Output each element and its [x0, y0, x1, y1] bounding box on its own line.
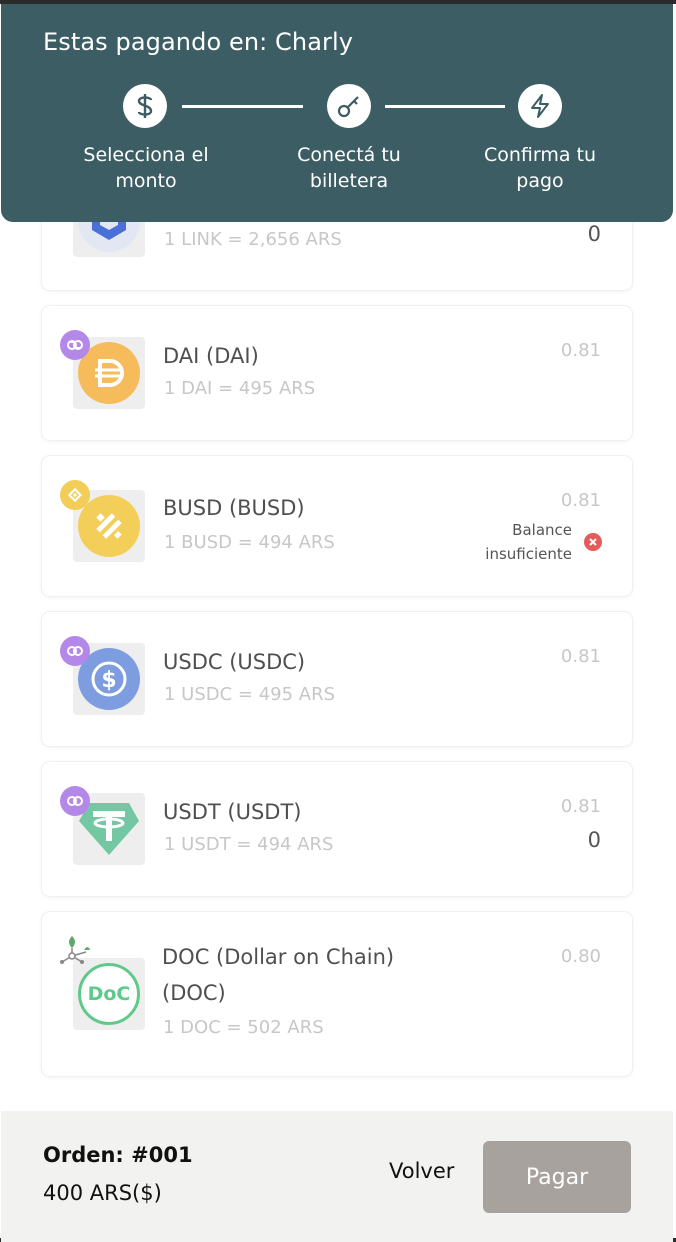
token-card-usdc[interactable]: $ USDC (USDC) 1 USDC = 495 ARS 0.81: [42, 612, 632, 746]
token-name: BUSD (BUSD): [163, 496, 305, 520]
token-card-doc[interactable]: DoC DOC (Dollar on Chain) (DOC) 1 DOC = …: [42, 912, 632, 1076]
token-balance: 0: [587, 222, 601, 246]
token-amount: 0.81: [560, 646, 601, 667]
svg-text:$: $: [101, 668, 116, 693]
lightning-icon: [518, 84, 562, 128]
pay-button[interactable]: Pagar: [483, 1141, 631, 1213]
dollar-icon: [123, 84, 167, 128]
token-rate: 1 DAI = 495 ARS: [164, 378, 316, 399]
insufficient-balance-text: Balance insuficiente: [485, 521, 572, 563]
token-rate: 1 DOC = 502 ARS: [163, 1017, 324, 1038]
token-card-dai[interactable]: DAI (DAI) 1 DAI = 495 ARS 0.81: [42, 306, 632, 440]
token-amount: 0.81: [560, 490, 601, 511]
payment-header: Estas pagando en: Charly Selecciona el m…: [1, 4, 673, 222]
rsk-icon: [58, 932, 92, 972]
token-name-line2: (DOC): [162, 981, 226, 1005]
back-button[interactable]: Volver: [389, 1159, 454, 1183]
token-card-usdt[interactable]: USDT (USDT) 1 USDT = 494 ARS 0.81 0: [42, 762, 632, 896]
order-number: Orden: #001: [43, 1143, 193, 1167]
polygon-icon: [60, 786, 90, 816]
token-name: DAI (DAI): [163, 344, 259, 368]
token-name: DOC (Dollar on Chain): [162, 945, 395, 969]
token-amount: 0.80: [560, 946, 601, 967]
token-name: USDC (USDC): [163, 650, 306, 674]
order-amount: 400 ARS($): [43, 1181, 162, 1205]
key-icon: [327, 84, 371, 128]
token-balance: 0: [587, 828, 601, 852]
token-card-busd[interactable]: BUSD (BUSD) 1 BUSD = 494 ARS 0.81 Balanc…: [42, 456, 632, 596]
step-connector: [385, 105, 505, 108]
token-amount: 0.81: [560, 340, 601, 361]
order-footer: Orden: #001 400 ARS($) Volver Pagar: [1, 1111, 673, 1242]
token-rate: 1 USDT = 494 ARS: [164, 834, 334, 855]
polygon-icon: [60, 636, 90, 666]
doc-icon: DoC: [78, 963, 140, 1025]
token-name: USDT (USDT): [163, 800, 302, 824]
bnb-icon: [60, 480, 90, 510]
token-amount: 0.81: [560, 796, 601, 817]
token-rate: 1 LINK = 2,656 ARS: [164, 229, 342, 250]
page-title: Estas pagando en: Charly: [43, 28, 354, 56]
polygon-icon: [60, 330, 90, 360]
step-connector: [182, 105, 303, 108]
step-label-confirm: Confirma tu pago: [483, 144, 597, 192]
token-rate: 1 USDC = 495 ARS: [164, 684, 336, 705]
token-rate: 1 BUSD = 494 ARS: [164, 532, 335, 553]
step-label-wallet: Conectá tu billetera: [297, 144, 401, 192]
step-label-amount: Selecciona el monto: [83, 144, 209, 192]
busd-icon: [78, 495, 140, 557]
error-icon: [584, 533, 602, 551]
